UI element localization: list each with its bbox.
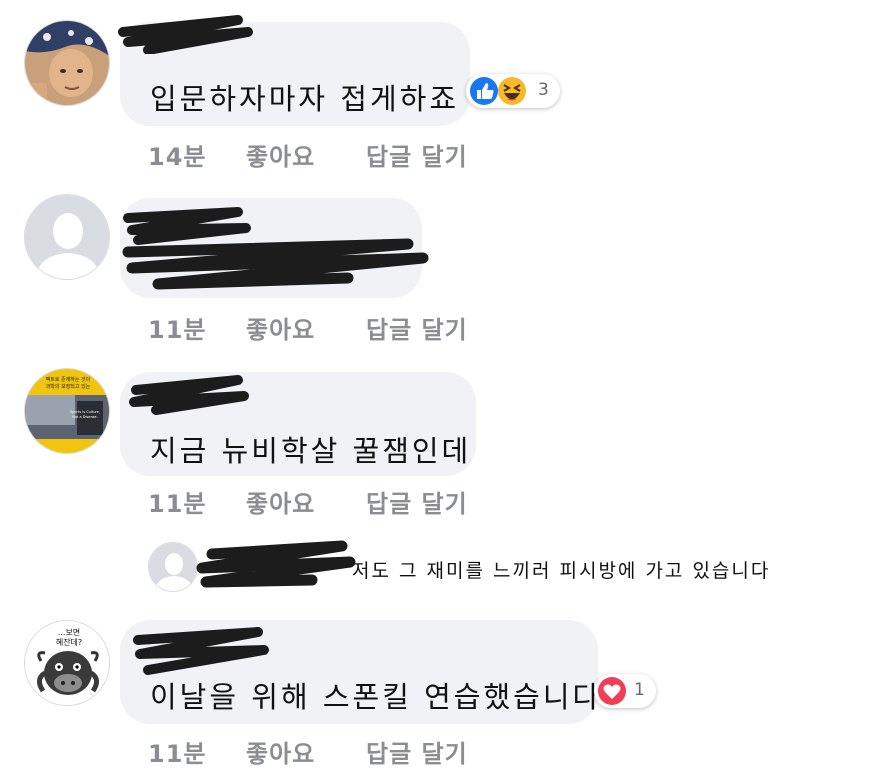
like-button[interactable]: 좋아요 (246, 734, 315, 769)
reply-preview-text[interactable]: 저도 그 재미를 느끼러 피시방에 가고 있습니다 (352, 556, 770, 583)
redacted-name (133, 627, 269, 675)
reply-button[interactable]: 답글 달기 (366, 137, 468, 172)
comment-text: 지금 뉴비학살 꿀잼인데 (150, 434, 472, 468)
reaction-count: 3 (538, 80, 549, 100)
avatar-cow-cartoon: ...보면 혜잔데? (25, 621, 109, 705)
timestamp[interactable]: 11분 (148, 734, 206, 769)
commenter-avatar[interactable] (24, 20, 110, 106)
commenter-avatar-default[interactable] (24, 194, 110, 280)
haha-icon (498, 77, 526, 105)
comment-text: 이날을 위해 스폰킬 연습했습니다 (150, 680, 603, 714)
redacted-name (118, 15, 253, 54)
like-button[interactable]: 좋아요 (246, 137, 315, 172)
commenter-avatar[interactable]: ...보면 혜잔데? (24, 620, 110, 706)
love-icon (598, 677, 626, 705)
default-profile-icon (149, 543, 197, 591)
like-button[interactable]: 좋아요 (246, 310, 315, 345)
reaction-summary[interactable]: 1 (594, 674, 656, 708)
commenter-avatar[interactable]: 팩트로 존재하는 것이 과학의 보장되고 있는 Sports is Cultur… (24, 368, 110, 454)
avatar-caption-3: Sports is Culture, (70, 410, 100, 414)
redacted-comment (122, 238, 429, 290)
avatar-caption-1: 팩트로 존재하는 것이 (46, 376, 91, 383)
default-profile-icon (25, 195, 109, 279)
reaction-count: 1 (634, 680, 645, 700)
reply-button[interactable]: 답글 달기 (366, 310, 468, 345)
reply-button[interactable]: 답글 달기 (366, 484, 468, 519)
avatar-photo: 팩트로 존재하는 것이 과학의 보장되고 있는 Sports is Cultur… (25, 369, 109, 453)
reply-avatar-default[interactable] (148, 542, 198, 592)
avatar-caption-2: 혜잔데? (56, 637, 82, 647)
like-button[interactable]: 좋아요 (246, 484, 315, 519)
timestamp[interactable]: 14분 (148, 137, 206, 172)
avatar-caption-4: Not a Disease. (72, 415, 97, 419)
avatar-caption-1: ...보면 (58, 627, 80, 637)
comment-text: 입문하자마자 접게하죠 (150, 82, 460, 116)
redacted-reply-name (196, 540, 356, 588)
timestamp[interactable]: 11분 (148, 484, 206, 519)
redacted-name (129, 375, 249, 415)
avatar-caption-2: 과학의 보장되고 있는 (46, 383, 91, 390)
reaction-summary[interactable]: 3 (466, 74, 560, 108)
avatar-photo (25, 21, 109, 105)
timestamp[interactable]: 11분 (148, 310, 206, 345)
reply-button[interactable]: 답글 달기 (366, 734, 468, 769)
